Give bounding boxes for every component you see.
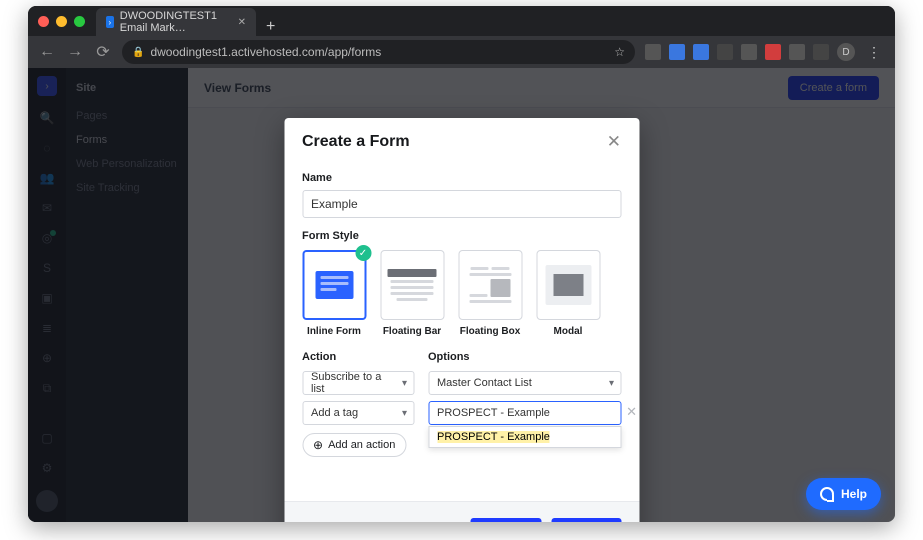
autocomplete-suggestion[interactable]: PROSPECT - Example	[428, 426, 621, 448]
browser-tab[interactable]: › DWOODINGTEST1 Email Mark… ✕	[96, 8, 256, 36]
style-caption: Inline Form	[307, 326, 361, 337]
extension-icon[interactable]	[717, 44, 733, 60]
url-text: dwoodingtest1.activehosted.com/app/forms	[150, 45, 381, 59]
name-input[interactable]	[302, 190, 621, 218]
action-select-subscribe[interactable]: Subscribe to a list	[302, 371, 414, 395]
chrome-tab-strip: › DWOODINGTEST1 Email Mark… ✕ +	[28, 6, 895, 36]
tab-close-icon[interactable]: ✕	[238, 17, 246, 28]
extensions: D ⋮	[645, 43, 885, 61]
lock-icon: 🔒	[132, 47, 144, 58]
new-tab-button[interactable]: +	[256, 18, 285, 36]
star-icon[interactable]: ☆	[614, 45, 625, 59]
style-caption: Modal	[554, 326, 583, 337]
address-bar: ← → ⟳ 🔒 dwoodingtest1.activehosted.com/a…	[28, 36, 895, 68]
style-label: Form Style	[302, 230, 621, 242]
mac-traffic-lights[interactable]	[38, 16, 85, 27]
help-bubble[interactable]: Help	[806, 478, 881, 510]
cancel-button[interactable]: Cancel	[470, 518, 541, 522]
check-icon: ✓	[355, 245, 371, 261]
name-label: Name	[302, 172, 621, 184]
style-caption: Floating Bar	[383, 326, 441, 337]
action-select-add-tag[interactable]: Add a tag	[302, 401, 414, 425]
chat-icon	[820, 487, 834, 501]
back-icon[interactable]: ←	[38, 43, 56, 61]
extension-icon[interactable]	[813, 44, 829, 60]
action-label: Action	[302, 351, 414, 363]
style-floating-bar[interactable]	[380, 250, 444, 320]
favicon: ›	[106, 16, 114, 28]
style-modal[interactable]	[536, 250, 600, 320]
options-select-list[interactable]: Master Contact List	[428, 371, 621, 395]
chrome-menu-icon[interactable]: ⋮	[863, 44, 885, 61]
modal-title: Create a Form	[302, 133, 410, 151]
extension-icon[interactable]	[669, 44, 685, 60]
create-button[interactable]: Create	[552, 518, 621, 522]
close-icon[interactable]: ✕	[607, 132, 621, 152]
forward-icon[interactable]: →	[66, 43, 84, 61]
puzzle-icon[interactable]	[789, 44, 805, 60]
url-box[interactable]: 🔒 dwoodingtest1.activehosted.com/app/for…	[122, 40, 635, 64]
style-floating-box[interactable]	[458, 250, 522, 320]
options-label: Options	[428, 351, 621, 363]
style-caption: Floating Box	[460, 326, 521, 337]
options-tag-input[interactable]	[428, 401, 621, 425]
plus-icon: ⊕	[313, 438, 323, 452]
tab-title: DWOODINGTEST1 Email Mark…	[120, 10, 228, 34]
extension-icon[interactable]	[765, 44, 781, 60]
minimize-dot[interactable]	[56, 16, 67, 27]
close-dot[interactable]	[38, 16, 49, 27]
extension-icon[interactable]	[645, 44, 661, 60]
reload-icon[interactable]: ⟳	[94, 43, 112, 61]
add-action-chip[interactable]: ⊕ Add an action	[302, 433, 406, 457]
style-inline-form[interactable]: ✓	[302, 250, 366, 320]
remove-icon[interactable]: ✕	[626, 404, 637, 420]
extension-icon[interactable]	[741, 44, 757, 60]
zoom-dot[interactable]	[74, 16, 85, 27]
extension-icon[interactable]	[693, 44, 709, 60]
profile-avatar[interactable]: D	[837, 43, 855, 61]
create-form-modal: Create a Form ✕ Name Form Style ✓ Inline…	[284, 118, 639, 522]
